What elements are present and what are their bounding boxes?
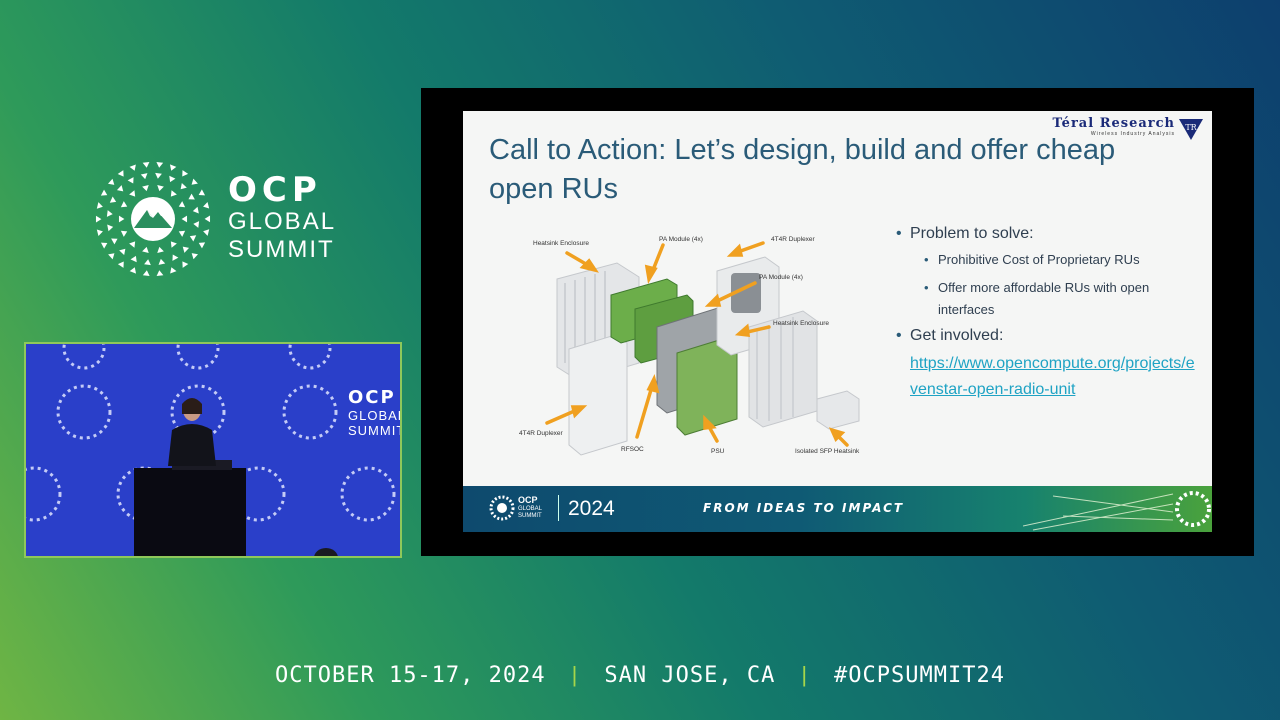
stage-backdrop: [26, 344, 396, 556]
footer-logo-text: OCP GLOBAL SUMMIT: [518, 495, 543, 520]
footer-logo-line1: GLOBAL: [518, 506, 543, 512]
footer-year: 2024: [568, 497, 615, 520]
label-duplexer-top: 4T4R Duplexer: [771, 236, 816, 243]
footer-logo-line2: SUMMIT: [518, 513, 542, 519]
info-separator: |: [571, 662, 579, 687]
speaker-video: OCP GLOBAL SUMMIT: [24, 342, 402, 558]
ocp-summit-logo: OCP GLOBAL SUMMIT: [92, 158, 334, 278]
backdrop-line-global: GLOBAL: [348, 408, 402, 423]
label-psu: PSU: [711, 448, 725, 455]
bullet-problem-item: Prohibitive Cost of Proprietary RUs: [924, 249, 1196, 271]
label-heatsink-enclosure-right: Heatsink Enclosure: [773, 320, 829, 327]
teral-triangle-icon: TR: [1179, 119, 1203, 140]
footer-logo-wordmark: OCP: [518, 495, 538, 505]
logo-line-summit: SUMMIT: [228, 236, 335, 263]
footer-sunburst-icon: [489, 495, 515, 521]
event-info-bar: OCTOBER 15-17, 2024 | SAN JOSE, CA | #OC…: [0, 658, 1280, 692]
slide-bullets: Problem to solve: Prohibitive Cost of Pr…: [896, 225, 1196, 403]
footer-slogan: FROM IDEAS TO IMPACT: [703, 501, 905, 515]
label-heatsink-enclosure-left: Heatsink Enclosure: [533, 240, 589, 247]
label-pa-module-right: PA Module (4x): [759, 274, 803, 281]
bullet-problem-heading: Problem to solve:: [896, 225, 1196, 243]
footer-rays-decoration: [1023, 491, 1211, 531]
label-rfsoc: RFSOC: [621, 446, 644, 453]
event-location: SAN JOSE, CA: [604, 662, 776, 688]
label-pa-module-top: PA Module (4x): [659, 236, 703, 243]
presentation-slide: Téral Research Wireless Industry Analysi…: [463, 111, 1212, 532]
logo-line-global: GLOBAL: [228, 208, 337, 235]
event-dates: OCTOBER 15-17, 2024: [274, 662, 546, 688]
slide-title: Call to Action: Let’s design, build and …: [489, 134, 1116, 205]
footer-divider: [558, 495, 559, 521]
bullet-problem-item: Offer more affordable RUs with open inte…: [924, 277, 1196, 321]
label-sfp-heatsink: Isolated SFP Heatsink: [795, 448, 860, 455]
logo-wordmark: OCP: [228, 170, 322, 210]
bullet-involve-heading: Get involved:: [896, 327, 1196, 345]
radio-unit-exploded-diagram: Heatsink Enclosure PA Module (4x) 4T4R D…: [519, 236, 860, 456]
evenstar-project-link[interactable]: https://www.opencompute.org/projects/eve…: [910, 351, 1196, 403]
publisher-mark: TR: [1185, 123, 1197, 132]
sunburst-icon: [95, 161, 211, 277]
backdrop-wordmark: OCP: [348, 387, 396, 408]
slide-footer: OCP GLOBAL SUMMIT 2024 FROM IDEAS TO IMP…: [463, 486, 1212, 532]
backdrop-line-summit: SUMMIT: [348, 423, 402, 438]
label-duplexer-bottom: 4T4R Duplexer: [519, 430, 564, 437]
info-separator: |: [801, 662, 809, 687]
event-hashtag: #OCPSUMMIT24: [834, 662, 1005, 688]
publisher-name: Téral Research: [1052, 116, 1175, 131]
